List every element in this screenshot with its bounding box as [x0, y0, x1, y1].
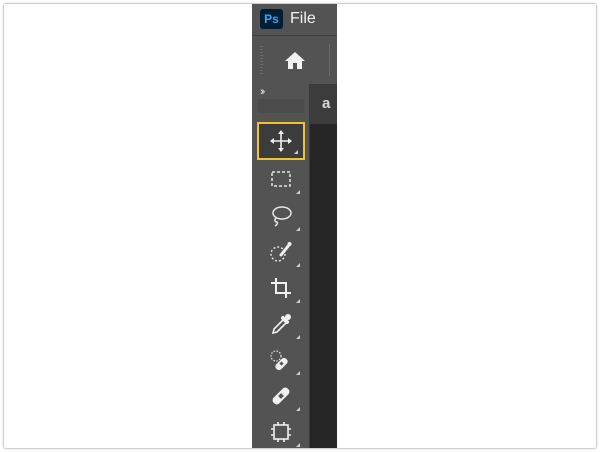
menu-file[interactable]: File	[290, 10, 316, 28]
bandage-icon	[272, 387, 290, 405]
tool-flyout-indicator	[296, 263, 300, 267]
menu-bar: Ps File	[252, 4, 337, 35]
double-chevron-right-icon[interactable]: ››	[260, 86, 266, 98]
document-tab[interactable]: a	[322, 95, 330, 112]
photoshop-logo: Ps	[260, 9, 283, 29]
crop-tool-button[interactable]	[257, 269, 305, 307]
home-icon	[285, 52, 305, 69]
spot-healing-icon	[270, 350, 288, 371]
tool-flyout-indicator	[296, 299, 300, 303]
rectangular-marquee-icon	[271, 171, 291, 187]
tool-flyout-indicator	[296, 227, 300, 231]
tool-flyout-indicator	[296, 335, 300, 339]
options-bar	[252, 35, 337, 84]
healing-brush-tool-button[interactable]	[257, 377, 305, 415]
document-tab-bar: a	[310, 84, 337, 124]
artboard-icon	[271, 422, 291, 442]
tool-flyout-indicator	[296, 443, 300, 447]
tools-panel: ››	[252, 84, 310, 448]
move-icon	[270, 130, 292, 152]
quick-selection-icon	[270, 242, 292, 262]
tool-flyout-indicator	[296, 371, 300, 375]
lasso-icon	[272, 206, 292, 227]
canvas-area[interactable]	[310, 124, 337, 448]
tool-flyout-indicator	[296, 190, 300, 194]
options-bar-grip[interactable]	[260, 46, 263, 74]
tools-panel-grip[interactable]	[258, 99, 304, 113]
photoshop-window: Ps File ›› a	[252, 4, 337, 448]
tool-flyout-indicator	[294, 150, 298, 154]
rectangular-marquee-tool-button[interactable]	[257, 160, 305, 198]
options-bar-divider	[329, 44, 330, 76]
crop-icon	[271, 278, 291, 298]
eyedropper-tool-button[interactable]	[257, 305, 305, 343]
tool-flyout-indicator	[296, 407, 300, 411]
quick-selection-tool-button[interactable]	[257, 233, 305, 271]
move-tool-button[interactable]	[257, 122, 305, 160]
artboard-tool-button[interactable]	[257, 413, 305, 448]
eyedropper-icon	[271, 314, 291, 335]
spot-healing-brush-tool-button[interactable]	[257, 341, 305, 379]
lasso-tool-button[interactable]	[257, 197, 305, 235]
home-button[interactable]	[282, 47, 308, 73]
screenshot-frame: Ps File ›› a	[3, 3, 597, 449]
